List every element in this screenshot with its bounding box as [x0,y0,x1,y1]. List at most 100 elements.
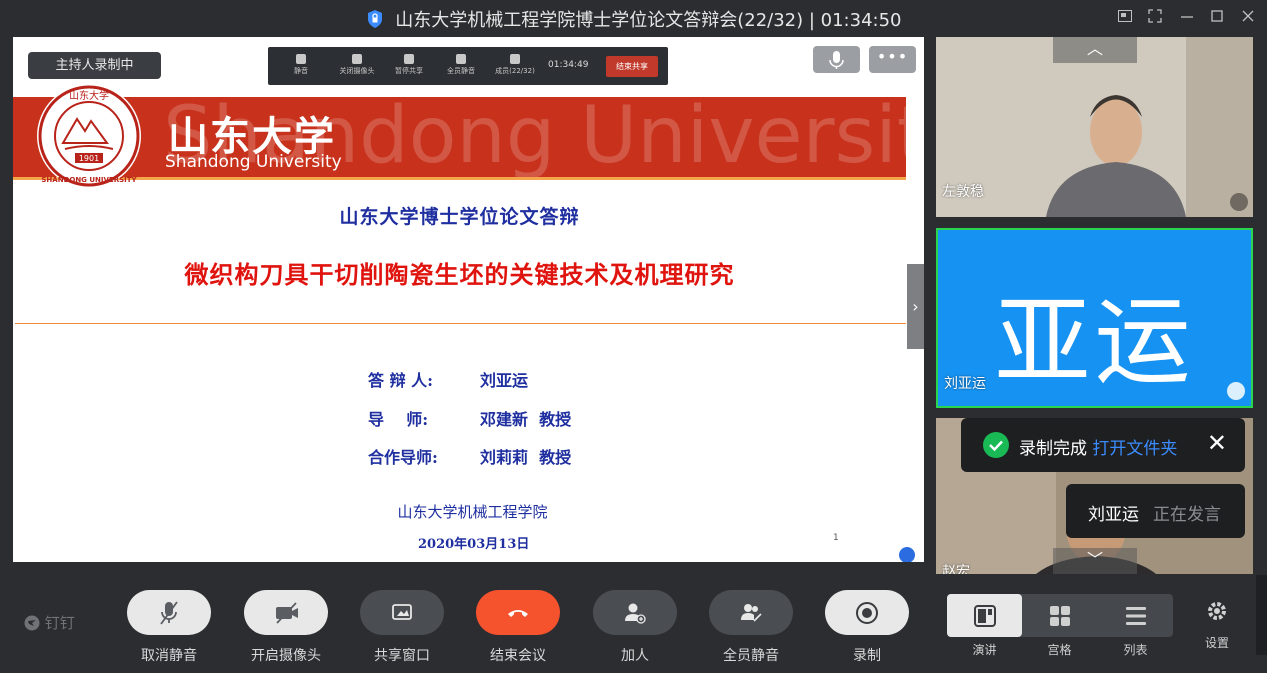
scroll-down-chevron-icon[interactable]: ﹀ [1053,548,1137,574]
meeting-window: 山东大学机械工程学院博士学位论文答辩会(22/32) | 01:34:50 Sh… [0,0,1267,673]
co-supervisor-value: 刘莉莉 教授 [480,448,572,467]
university-logo: 1901 SHANDONG UNIVERSITY 山东大学 [37,84,141,188]
mini-camera-button[interactable]: 关闭摄像头 [336,54,378,76]
slide-heading: 山东大学博士学位论文答辩 [339,206,580,228]
stop-share-button[interactable]: 结束共享 [606,56,658,77]
unmute-button[interactable]: 取消静音 [127,590,211,665]
share-window-label: 共享窗口 [374,648,430,664]
unmute-label: 取消静音 [141,648,197,664]
add-user-icon [625,603,646,624]
start-camera-label: 开启摄像头 [251,648,321,664]
active-speaker-tile[interactable]: 亚运 刘亚运 [936,228,1253,408]
participant-name: 刘亚运 [944,376,986,392]
mini-mute-label: 静音 [294,67,308,75]
recording-badge: 主持人录制中 [28,52,161,79]
title-bar: 山东大学机械工程学院博士学位论文答辩会(22/32) | 01:34:50 [0,0,1267,36]
mini-mute-button[interactable]: 静音 [280,54,322,76]
start-camera-button[interactable]: 开启摄像头 [244,590,328,665]
more-options-button[interactable]: ••• [869,46,916,73]
picture-in-picture-icon[interactable] [1117,8,1133,28]
end-meeting-label: 结束会议 [490,648,546,664]
app-brand: 钉钉 [24,612,75,633]
mini-pause-share-button[interactable]: 暂停共享 [388,54,430,76]
brand-en: Shandong University [165,152,342,172]
add-people-label: 加人 [621,648,649,664]
logo-cn: 山东大学 [69,89,109,102]
grid-layout-icon [1049,606,1070,626]
speaker-name: 刘亚运 [1088,505,1139,525]
title-divider [15,323,906,324]
window-title: 山东大学机械工程学院博士学位论文答辩会(22/32) | 01:34:50 [0,6,1267,32]
gear-icon [1208,602,1226,620]
close-window-icon[interactable] [1241,8,1255,28]
list-layout-icon [1125,607,1146,625]
mute-all-label: 全员静音 [723,648,779,664]
mini-camera-label: 关闭摄像头 [339,67,375,75]
mic-off-icon [160,601,178,625]
maximize-icon[interactable] [1210,8,1224,28]
toast-message: 录制完成 打开文件夹 [1019,434,1177,459]
minimize-icon[interactable] [1180,8,1194,28]
defense-date: 2020年03月13日 [418,537,530,552]
speaking-indicator: 刘亚运 正在发言 [1066,484,1245,538]
open-folder-link[interactable]: 打开文件夹 [1092,439,1177,459]
view-speaker-button[interactable] [947,594,1022,637]
defender-value: 刘亚运 [480,371,529,390]
thesis-title: 微织构刀具干切削陶瓷生坯的关键技术及机理研究 [184,260,735,289]
close-icon[interactable]: ✕ [1207,429,1227,457]
participant-name: 赵宏 [942,564,970,574]
logo-year: 1901 [79,154,99,163]
fullscreen-icon[interactable] [1147,8,1163,28]
window-title-text: 山东大学机械工程学院博士学位论文答辩会(22/32) | 01:34:50 [395,10,902,31]
share-mini-toolbar: 静音 关闭摄像头 暂停共享 全员静音 成员(22/32) 01:34:49 结束… [268,47,668,85]
mic-off-icon [1230,193,1248,211]
view-grid-button[interactable] [1022,594,1097,637]
toast-text: 录制完成 [1019,439,1087,459]
supervisor-label: 导 师: [368,410,429,429]
mic-icon [829,51,844,69]
shared-screen: Shandong University 1901 SHANDONG UNIVER… [13,37,924,562]
mute-all-icon [741,604,762,622]
mini-meeting-time: 01:34:49 [548,60,589,70]
settings-button[interactable]: 设置 [1199,600,1235,651]
record-icon [856,602,878,624]
dingtalk-logo-icon [24,615,40,631]
shield-icon [367,10,382,28]
group-icon [456,54,466,64]
screen-icon [404,54,414,64]
speaker-layout-icon [973,605,996,627]
hang-up-icon [508,610,528,617]
view-list-button[interactable] [1098,594,1173,637]
logo-text: SHANDONG UNIVERSITY [41,176,137,184]
mini-mute-all-label: 全员静音 [447,67,475,75]
institute: 山东大学机械工程学院 [397,503,548,521]
end-meeting-button[interactable]: 结束会议 [476,590,560,665]
meeting-toolbar: 钉钉 取消静音 开启摄像头 共享窗口 结束会议 加人 全员静音 录制 演讲 宫格… [0,575,1267,673]
mute-all-button[interactable]: 全员静音 [709,590,793,665]
mini-pause-label: 暂停共享 [395,67,423,75]
view-list-label: 列表 [1123,643,1148,657]
participant-name: 左敦稳 [942,184,984,200]
view-speaker-label: 演讲 [972,643,997,657]
record-button[interactable]: 录制 [825,590,909,665]
video-tile[interactable]: 左敦稳 [936,37,1253,217]
scroll-up-chevron-icon[interactable]: ︿ [1053,37,1137,63]
annotation-dot-icon[interactable] [899,547,915,562]
record-label: 录制 [853,648,881,664]
supervisor-value: 邓建新 教授 [480,410,572,429]
camera-off-icon [276,602,298,624]
camera-off-icon [1227,382,1245,400]
mini-members-button[interactable]: 成员(22/32) [494,54,536,76]
speaker-status: 正在发言 [1153,505,1221,525]
settings-label: 设置 [1204,636,1229,650]
share-mic-button[interactable] [813,46,860,73]
add-people-button[interactable]: 加人 [593,590,677,665]
next-slide-arrow[interactable]: › [907,264,924,349]
camera-icon [352,54,362,64]
check-icon [983,432,1009,458]
screen-share-icon [392,604,412,620]
side-handle[interactable] [1256,575,1267,655]
mic-icon [296,54,306,64]
share-window-button[interactable]: 共享窗口 [360,590,444,665]
mini-mute-all-button[interactable]: 全员静音 [440,54,482,76]
